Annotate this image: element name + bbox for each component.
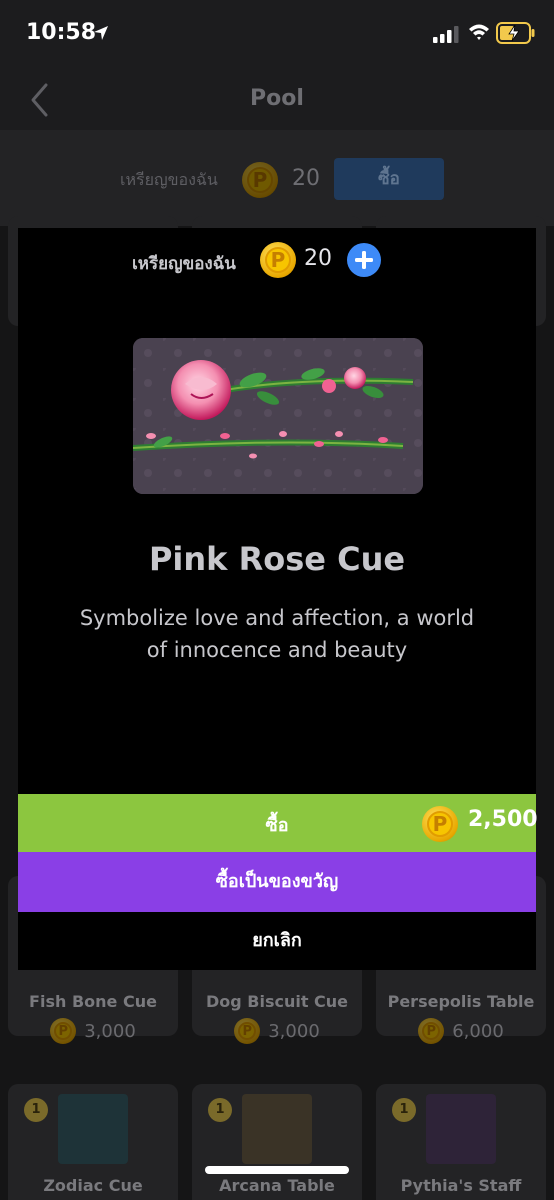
- level-badge: 1: [392, 1098, 416, 1122]
- item-thumbnail: [58, 1094, 128, 1164]
- status-time: 10:58: [26, 20, 97, 45]
- item-price: P 3,000: [192, 1018, 362, 1044]
- item-thumbnail: [426, 1094, 496, 1164]
- buy-coins-button[interactable]: ซื้อ: [334, 158, 444, 200]
- coin-icon: P: [50, 1018, 77, 1044]
- level-badge: 1: [208, 1098, 232, 1122]
- coin-icon: P: [242, 162, 278, 198]
- battery-charging-icon: [496, 22, 535, 44]
- item-thumbnail: [242, 1094, 312, 1164]
- coin-icon: P: [422, 806, 458, 842]
- pink-rose-cue-image: [133, 338, 423, 494]
- page-title: Pool: [250, 86, 304, 111]
- status-bar: 10:58: [0, 0, 554, 70]
- home-indicator[interactable]: [205, 1166, 349, 1174]
- cellular-signal-icon: [433, 26, 459, 43]
- my-coins-label: เหรียญของฉัน: [120, 170, 218, 189]
- item-name: Pythia's Staff: [400, 1176, 522, 1195]
- coin-icon: P: [260, 242, 296, 278]
- shop-card-zodiac-cue[interactable]: 1 Zodiac Cue: [8, 1084, 178, 1200]
- purchase-dialog: เหรียญของฉัน P 20 Pink Rose Cue Symboliz…: [18, 228, 538, 970]
- item-name: Arcana Table: [219, 1176, 335, 1195]
- shop-card-arcana-table[interactable]: 1 Arcana Table: [192, 1084, 362, 1200]
- add-coins-icon[interactable]: [346, 242, 382, 278]
- shop-card-pythias-staff[interactable]: 1 Pythia's Staff: [376, 1084, 546, 1200]
- buy-price: 2,500: [468, 807, 538, 832]
- item-name: Persepolis Table: [387, 992, 535, 1011]
- location-arrow-icon: [94, 26, 108, 40]
- wifi-icon: [469, 24, 489, 40]
- cancel-button[interactable]: ยกเลิก: [18, 912, 536, 970]
- item-name: Zodiac Cue: [43, 1176, 143, 1195]
- item-price: P 6,000: [376, 1018, 546, 1044]
- buy-button[interactable]: ซื้อ P 2,500: [18, 794, 538, 852]
- level-badge: 1: [24, 1098, 48, 1122]
- coin-icon: P: [234, 1018, 261, 1044]
- item-name: Dog Biscuit Cue: [205, 992, 349, 1011]
- item-price: P 3,000: [8, 1018, 178, 1044]
- buy-button-label: ซื้อ: [265, 815, 289, 836]
- buy-as-gift-button[interactable]: ซื้อเป็นของขวัญ: [18, 852, 536, 912]
- dialog-coin-balance: เหรียญของฉัน P 20: [18, 242, 536, 278]
- coin-balance-bar: เหรียญของฉัน P 20 ซื้อ: [0, 130, 554, 226]
- nav-bar: Pool: [0, 70, 554, 130]
- coin-icon: P: [418, 1018, 445, 1044]
- my-coins-label: เหรียญของฉัน: [132, 254, 236, 274]
- item-description: Symbolize love and affection, a world of…: [79, 606, 475, 662]
- coin-balance: 20: [304, 246, 332, 271]
- item-name: Fish Bone Cue: [29, 992, 157, 1011]
- item-title: Pink Rose Cue: [148, 540, 406, 578]
- coin-balance: 20: [292, 166, 320, 191]
